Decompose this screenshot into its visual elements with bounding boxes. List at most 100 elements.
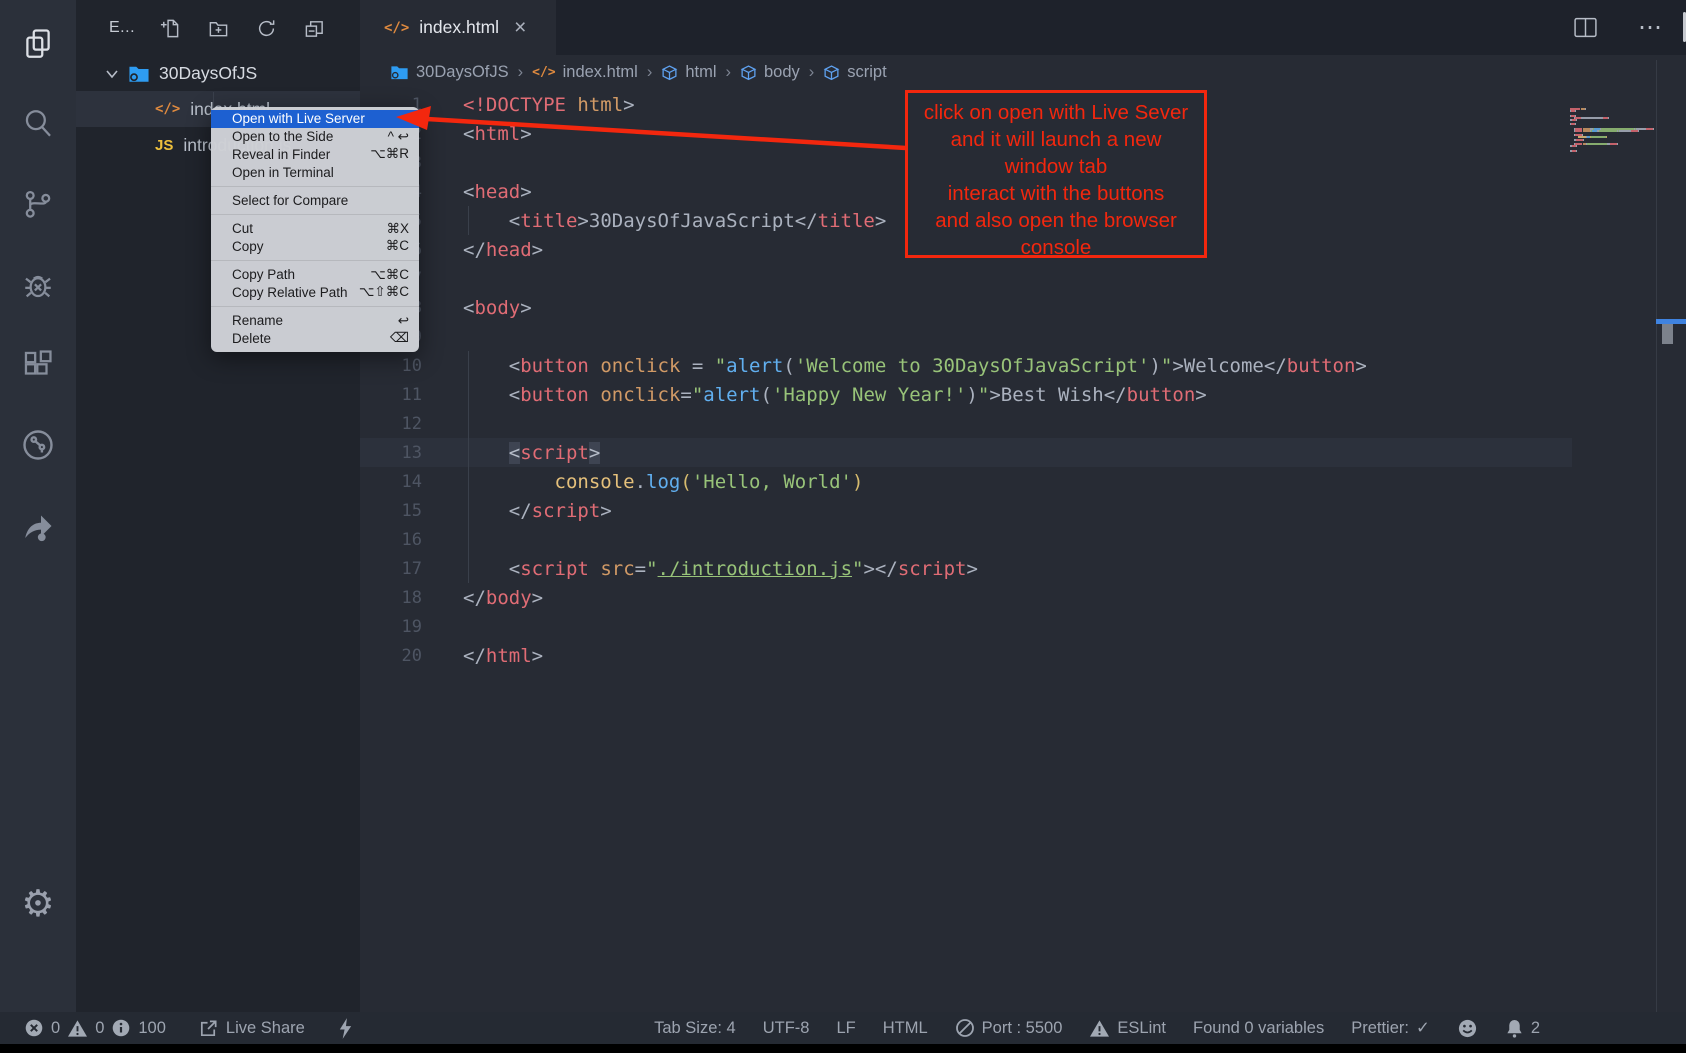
- menu-shortcut: ⌘X: [386, 221, 409, 237]
- code-line-15[interactable]: 15 </script>: [360, 496, 1686, 525]
- more-actions-icon[interactable]: ⋯: [1638, 13, 1664, 42]
- menu-item-open-to-the-side[interactable]: Open to the Side^ ↩: [211, 128, 419, 146]
- problems-status[interactable]: 0 0 100: [24, 1018, 166, 1038]
- eslint-status[interactable]: ESLint: [1089, 1019, 1166, 1038]
- explorer-title: E...: [109, 19, 135, 37]
- feedback-status[interactable]: [1457, 1018, 1478, 1039]
- eol-status[interactable]: LF: [836, 1019, 855, 1038]
- menu-shortcut: ⌥⌘R: [370, 146, 409, 162]
- settings-gear-icon[interactable]: ⚙: [0, 875, 76, 931]
- tab-label: index.html: [419, 17, 499, 38]
- live-server-port-status[interactable]: Port : 5500: [955, 1018, 1063, 1038]
- annotation-text-line: and also open the browser: [908, 207, 1204, 234]
- line-number: 16: [360, 530, 422, 550]
- live-server-circle-icon[interactable]: [0, 417, 76, 473]
- info-icon: [111, 1018, 131, 1038]
- breadcrumb-folder[interactable]: 30DaysOfJS: [390, 63, 509, 82]
- close-icon[interactable]: ×: [514, 17, 526, 38]
- annotation-text-line: interact with the buttons: [908, 180, 1204, 207]
- variables-status[interactable]: Found 0 variables: [1193, 1019, 1324, 1038]
- menu-shortcut: ⌫: [390, 330, 409, 346]
- line-number: 10: [360, 356, 422, 376]
- breadcrumb-symbol-html[interactable]: html: [661, 63, 716, 82]
- refresh-icon[interactable]: [256, 18, 277, 39]
- code-line-9[interactable]: 9: [360, 322, 1686, 351]
- minimap[interactable]: [1570, 97, 1654, 141]
- extensions-icon[interactable]: [0, 337, 76, 393]
- source-control-icon[interactable]: [0, 176, 76, 232]
- bell-icon: [1505, 1018, 1524, 1039]
- folder-icon: [390, 64, 409, 81]
- tab-bar: </> index.html × ⋯: [360, 0, 1686, 55]
- prettier-status[interactable]: Prettier: ✓: [1351, 1018, 1430, 1038]
- menu-item-copy-relative-path[interactable]: Copy Relative Path⌥⇧⌘C: [211, 284, 419, 302]
- breadcrumb-file[interactable]: </> index.html: [532, 63, 638, 82]
- line-number: 14: [360, 472, 422, 492]
- code-line-7[interactable]: 7: [360, 264, 1686, 293]
- language-mode-status[interactable]: HTML: [883, 1019, 928, 1038]
- blocked-circle-icon: [955, 1018, 975, 1038]
- indent-guide: [468, 351, 469, 583]
- breadcrumb-separator: ›: [725, 63, 731, 82]
- menu-item-copy[interactable]: Copy⌘C: [211, 238, 419, 256]
- tab-index-html[interactable]: </> index.html ×: [360, 0, 556, 55]
- code-line-10[interactable]: 10 <button onclick = "alert('Welcome to …: [360, 351, 1686, 380]
- breadcrumb-symbol-script[interactable]: script: [823, 63, 886, 82]
- new-folder-icon[interactable]: [207, 18, 229, 39]
- share-forward-icon[interactable]: [0, 498, 76, 554]
- code-line-18[interactable]: 18</body>: [360, 583, 1686, 612]
- js-file-icon: JS: [155, 137, 173, 154]
- code-line-8[interactable]: 8<body>: [360, 293, 1686, 322]
- code-line-12[interactable]: 12: [360, 409, 1686, 438]
- menu-shortcut: ⌥⇧⌘C: [359, 284, 409, 300]
- run-debug-icon[interactable]: [0, 257, 76, 313]
- breadcrumb: 30DaysOfJS › </> index.html › html › bod…: [360, 55, 1686, 90]
- split-editor-icon[interactable]: [1573, 16, 1598, 39]
- menu-item-open-in-terminal[interactable]: Open in Terminal: [211, 163, 419, 181]
- html-file-icon: </>: [155, 101, 180, 117]
- code-line-19[interactable]: 19: [360, 612, 1686, 641]
- tab-size-status[interactable]: Tab Size: 4: [654, 1019, 736, 1038]
- annotation-text-line: console: [908, 234, 1204, 261]
- activity-bar: ⚙: [0, 0, 76, 1012]
- symbol-cube-icon: [661, 64, 678, 82]
- menu-item-copy-path[interactable]: Copy Path⌥⌘C: [211, 266, 419, 284]
- folder-icon: [128, 64, 150, 84]
- menu-item-open-with-live-server[interactable]: Open with Live Server: [211, 110, 419, 128]
- breadcrumb-symbol-body[interactable]: body: [740, 63, 800, 82]
- error-icon: [24, 1018, 44, 1038]
- menu-item-rename[interactable]: Rename↩: [211, 312, 419, 330]
- collapse-folders-icon[interactable]: [304, 18, 325, 39]
- line-number: 15: [360, 501, 422, 521]
- code-line-14[interactable]: 14 console.log('Hello, World'): [360, 467, 1686, 496]
- notifications-status[interactable]: 2: [1505, 1018, 1540, 1039]
- menu-item-reveal-in-finder[interactable]: Reveal in Finder⌥⌘R: [211, 146, 419, 164]
- line-number: 19: [360, 617, 422, 637]
- editor-right-border: [1656, 60, 1657, 1012]
- encoding-status[interactable]: UTF-8: [763, 1019, 810, 1038]
- html-file-icon: </>: [532, 65, 555, 80]
- explorer-icon[interactable]: [0, 16, 76, 72]
- menu-shortcut: ⌥⌘C: [370, 267, 409, 283]
- menu-item-select-for-compare[interactable]: Select for Compare: [211, 192, 419, 210]
- live-share-status[interactable]: Live Share: [198, 1018, 305, 1039]
- code-line-17[interactable]: 17 <script src="./introduction.js"></scr…: [360, 554, 1686, 583]
- menu-item-cut[interactable]: Cut⌘X: [211, 220, 419, 238]
- line-number: 13: [360, 443, 422, 463]
- menu-item-delete[interactable]: Delete⌫: [211, 329, 419, 347]
- new-file-icon[interactable]: [159, 18, 180, 39]
- code-line-11[interactable]: 11 <button onclick="alert('Happy New Yea…: [360, 380, 1686, 409]
- symbol-cube-icon: [823, 64, 840, 82]
- code-line-16[interactable]: 16: [360, 525, 1686, 554]
- warning-icon: [67, 1019, 88, 1038]
- indent-guide: [468, 206, 469, 235]
- annotation-text-line: and it will launch a new: [908, 126, 1204, 153]
- html-file-icon: </>: [384, 20, 409, 36]
- editor-scrollbar-thumb[interactable]: [1662, 324, 1673, 344]
- menu-shortcut: ^ ↩: [388, 129, 409, 145]
- code-line-20[interactable]: 20</html>: [360, 641, 1686, 670]
- bolt-status[interactable]: [337, 1017, 354, 1040]
- code-line-13[interactable]: 13 <script>: [360, 438, 1686, 467]
- tree-folder-30daysofjs[interactable]: 30DaysOfJS: [76, 58, 360, 89]
- search-icon[interactable]: [0, 95, 76, 151]
